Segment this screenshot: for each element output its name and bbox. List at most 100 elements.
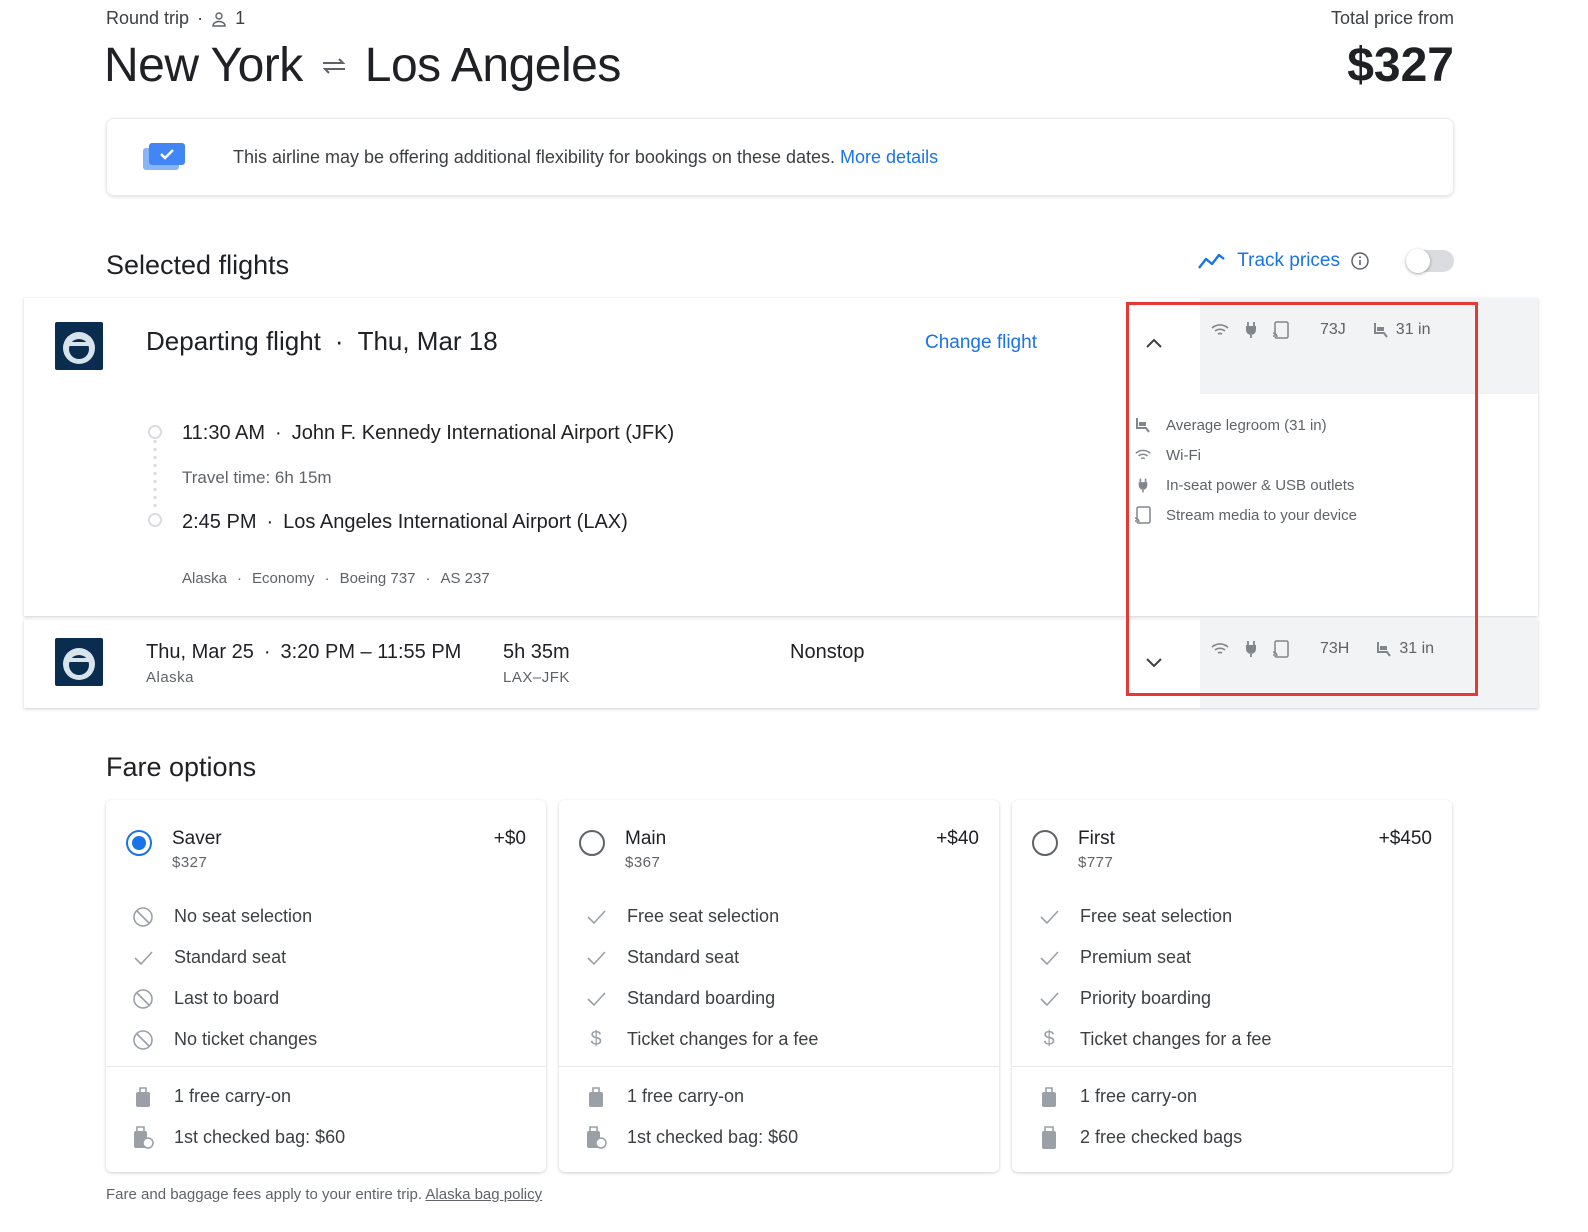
fare-bag: 1st checked bag: $60	[583, 1117, 798, 1158]
return-schedule: Thu, Mar 25 · 3:20 PM – 11:55 PM	[146, 641, 462, 663]
fare-feature: Priority boarding	[1036, 978, 1271, 1019]
bag-policy-link[interactable]: Alaska bag policy	[425, 1186, 542, 1203]
fare-radio-first[interactable]	[1032, 830, 1058, 856]
selected-flights-heading: Selected flights	[106, 250, 290, 280]
flight-number: AS 237	[440, 570, 490, 587]
checked-bag-icon	[1036, 1125, 1062, 1150]
carry-on-bag-icon	[583, 1086, 609, 1108]
flexibility-banner: This airline may be offering additional …	[106, 118, 1454, 196]
cabin-class: Economy	[252, 570, 315, 587]
fare-name: First	[1078, 828, 1115, 849]
person-icon	[211, 11, 227, 27]
fare-bag: 1 free carry-on	[1036, 1076, 1242, 1117]
arrival-airport: Los Angeles International Airport (LAX)	[283, 511, 628, 533]
return-duration: 5h 35m	[503, 641, 570, 663]
passenger-count: 1	[235, 8, 246, 28]
return-route: LAX–JFK	[503, 669, 570, 686]
fare-bag: 1st checked bag: $60	[130, 1117, 345, 1158]
fare-feature: Premium seat	[1036, 937, 1271, 978]
origin-city: New York	[104, 39, 303, 92]
aircraft: Boeing 737	[339, 570, 416, 587]
fare-delta: +$0	[493, 828, 526, 849]
footnote-text: Fare and baggage fees apply to your enti…	[106, 1186, 423, 1203]
trend-icon	[1197, 251, 1227, 271]
departure-time: 11:30 AM	[182, 422, 266, 444]
fare-feature: Free seat selection	[583, 896, 818, 937]
track-prices-toggle[interactable]	[1406, 249, 1454, 273]
fare-feature: $ Ticket changes for a fee	[583, 1019, 818, 1060]
no-icon	[130, 906, 156, 928]
track-prices-label[interactable]: Track prices	[1237, 250, 1340, 272]
fare-radio-saver[interactable]	[126, 830, 152, 856]
fare-feature: No seat selection	[130, 896, 317, 937]
fare-price: $327	[172, 854, 208, 871]
itinerary-line	[146, 424, 164, 528]
highlight-box	[1126, 302, 1478, 696]
check-icon	[583, 908, 609, 926]
fare-bags: 1 free carry-on 1st checked bag: $60	[130, 1076, 345, 1158]
ticket-icon	[141, 140, 187, 174]
fare-radio-main[interactable]	[579, 830, 605, 856]
return-date: Thu, Mar 25	[146, 641, 254, 663]
info-icon[interactable]	[1350, 251, 1370, 271]
trip-meta: Round trip · 1	[106, 8, 246, 28]
fare-feature: Free seat selection	[1036, 896, 1271, 937]
fare-features: No seat selection Standard seat Last to …	[130, 896, 317, 1060]
alaska-airlines-logo	[55, 322, 103, 370]
checked-bag-fee-icon	[130, 1125, 156, 1150]
more-details-link[interactable]: More details	[840, 147, 938, 167]
departure-row: 11:30 AM · John F. Kennedy International…	[182, 422, 675, 444]
fare-feature: Last to board	[130, 978, 317, 1019]
departure-airport: John F. Kennedy International Airport (J…	[291, 422, 675, 444]
check-icon	[1036, 949, 1062, 967]
alaska-airlines-logo	[55, 638, 103, 686]
fare-features: Free seat selection Premium seat Priorit…	[1036, 896, 1271, 1060]
fare-delta: +$40	[936, 828, 979, 849]
fare-name: Main	[625, 828, 667, 849]
departing-flight-date: Thu, Mar 18	[357, 326, 498, 356]
no-icon	[130, 988, 156, 1010]
fare-card-main[interactable]: Main $367 +$40 Free seat selection Stand…	[559, 800, 999, 1172]
arrival-time: 2:45 PM	[182, 511, 257, 533]
fare-bag: 2 free checked bags	[1036, 1117, 1242, 1158]
fare-feature: Standard boarding	[583, 978, 818, 1019]
fare-options-heading: Fare options	[106, 752, 257, 782]
fare-features: Free seat selection Standard seat Standa…	[583, 896, 818, 1060]
fare-bags: 1 free carry-on 2 free checked bags	[1036, 1076, 1242, 1158]
departing-flight-title: Departing flight	[146, 326, 321, 356]
return-stops: Nonstop	[790, 641, 865, 663]
check-icon	[1036, 908, 1062, 926]
check-icon	[583, 990, 609, 1008]
round-trip-arrows-icon	[319, 54, 349, 78]
dollar-icon: $	[1043, 1028, 1055, 1050]
change-flight-button[interactable]: Change flight	[925, 332, 1037, 354]
total-price-label: Total price from	[1330, 8, 1454, 28]
fare-bag: 1 free carry-on	[583, 1076, 798, 1117]
check-icon	[583, 949, 609, 967]
return-times: 3:20 PM – 11:55 PM	[280, 641, 462, 663]
track-prices: Track prices	[1197, 249, 1454, 273]
total-price: $327	[1347, 39, 1454, 92]
no-icon	[130, 1029, 156, 1051]
route-title: New York Los Angeles	[104, 38, 621, 93]
checked-bag-fee-icon	[583, 1125, 609, 1150]
fare-name: Saver	[172, 828, 222, 849]
carry-on-bag-icon	[1036, 1086, 1062, 1108]
dollar-icon: $	[590, 1028, 602, 1050]
return-airline: Alaska	[146, 669, 195, 686]
fare-bag: 1 free carry-on	[130, 1076, 345, 1117]
airline-name: Alaska	[182, 570, 228, 587]
travel-time: Travel time: 6h 15m	[182, 468, 332, 487]
fare-delta: +$450	[1378, 828, 1432, 849]
fare-card-first[interactable]: First $777 +$450 Free seat selection Pre…	[1012, 800, 1452, 1172]
carry-on-bag-icon	[130, 1086, 156, 1108]
fare-feature: No ticket changes	[130, 1019, 317, 1060]
fare-footnote: Fare and baggage fees apply to your enti…	[106, 1186, 542, 1203]
fare-feature: Standard seat	[130, 937, 317, 978]
fare-bags: 1 free carry-on 1st checked bag: $60	[583, 1076, 798, 1158]
fare-card-saver[interactable]: Saver $327 +$0 No seat selection Standar…	[106, 800, 546, 1172]
fare-feature: Standard seat	[583, 937, 818, 978]
destination-city: Los Angeles	[364, 39, 622, 92]
banner-text: This airline may be offering additional …	[233, 146, 836, 167]
check-icon	[130, 949, 156, 967]
